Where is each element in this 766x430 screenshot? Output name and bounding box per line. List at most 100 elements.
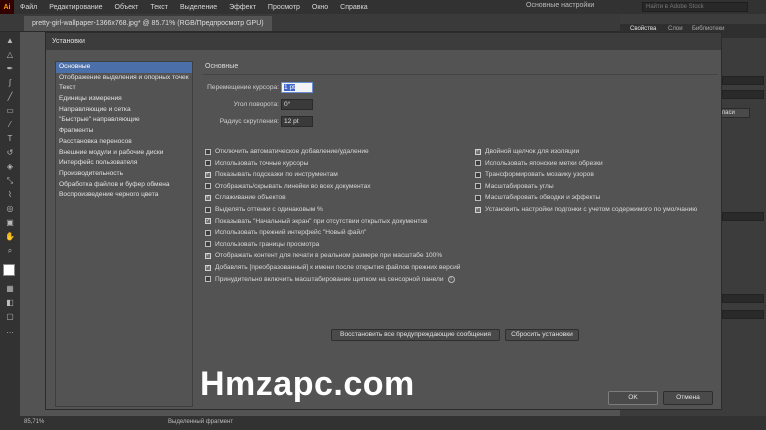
- category-item[interactable]: Воспроизведение черного цвета: [56, 190, 192, 201]
- document-tab[interactable]: pretty-girl-wallpaper-1366x768.jpg* @ 85…: [24, 16, 272, 31]
- option-row[interactable]: Масштабировать углы: [475, 183, 554, 190]
- pen-tool-icon[interactable]: ✒: [5, 64, 15, 74]
- option-row[interactable]: Отображать/скрывать линейки во всех доку…: [205, 183, 371, 190]
- panel-field[interactable]: [722, 310, 764, 319]
- option-label: Использовать границы просмотра: [215, 240, 320, 248]
- category-item[interactable]: Производительность: [56, 169, 192, 180]
- selection-tool-icon[interactable]: ▲: [5, 36, 15, 46]
- option-row[interactable]: ✓ Установить настройки подгонки с учетом …: [475, 206, 697, 213]
- eraser-tool-icon[interactable]: ◈: [5, 162, 15, 172]
- option-row[interactable]: Выделять оттенки с одинаковым %: [205, 206, 323, 213]
- line-tool-icon[interactable]: ╱: [5, 92, 15, 102]
- scale-tool-icon[interactable]: ⤡: [5, 176, 15, 186]
- menu-object[interactable]: Объект: [109, 4, 145, 11]
- rotate-tool-icon[interactable]: ↺: [5, 148, 15, 158]
- info-icon[interactable]: i: [447, 275, 455, 283]
- checkbox[interactable]: [475, 194, 481, 201]
- stock-search-input[interactable]: Найти в Adobe Stock: [642, 2, 748, 12]
- zoom-tool-icon[interactable]: ⌕: [5, 246, 15, 256]
- menu-view[interactable]: Просмотр: [262, 4, 306, 11]
- checkbox[interactable]: ✓: [205, 264, 211, 271]
- category-item[interactable]: Основные: [56, 62, 192, 73]
- checkbox[interactable]: [205, 148, 211, 155]
- color-mode-icon[interactable]: ▦: [5, 284, 15, 294]
- panel-field[interactable]: [722, 294, 764, 303]
- option-row[interactable]: Использовать границы просмотра: [205, 241, 319, 248]
- hand-tool-icon[interactable]: ✋: [5, 232, 15, 242]
- option-row[interactable]: Принудительно включить масштабирование щ…: [205, 275, 455, 283]
- category-item[interactable]: Отображение выделения и опорных точек: [56, 73, 192, 84]
- checkbox[interactable]: ✓: [475, 148, 481, 155]
- category-item[interactable]: Расстановка переносов: [56, 137, 192, 148]
- menu-select[interactable]: Выделение: [174, 4, 223, 11]
- option-row[interactable]: Использовать точные курсоры: [205, 160, 308, 167]
- menu-window[interactable]: Окно: [306, 4, 334, 11]
- workspace-switcher[interactable]: Основные настройки: [526, 2, 594, 9]
- curvature-tool-icon[interactable]: ∫: [5, 78, 15, 88]
- option-row[interactable]: Масштабировать обводки и эффекты: [475, 194, 600, 201]
- checkbox[interactable]: [205, 183, 211, 190]
- eyedropper-tool-icon[interactable]: ⌇: [5, 190, 15, 200]
- option-row[interactable]: ✓ Двойной щелчок для изоляции: [475, 148, 579, 155]
- option-row[interactable]: Отключить автоматическое добавление/удал…: [205, 148, 369, 155]
- ok-button[interactable]: OK: [608, 391, 658, 405]
- panel-field[interactable]: [722, 212, 764, 221]
- category-item[interactable]: Единицы измерения: [56, 94, 192, 105]
- option-row[interactable]: ✓ Добавлять [преобразованный] к имени пос…: [205, 264, 460, 271]
- corner-radius-label: Радиус скругления:: [219, 118, 279, 125]
- draw-mode-icon[interactable]: ◧: [5, 298, 15, 308]
- paintbrush-tool-icon[interactable]: ⁄: [5, 120, 15, 130]
- direct-selection-tool-icon[interactable]: △: [5, 50, 15, 60]
- panel-field[interactable]: [722, 90, 764, 99]
- category-item[interactable]: Внешние модули и рабочие диски: [56, 148, 192, 159]
- checkbox[interactable]: ✓: [205, 218, 211, 225]
- option-row[interactable]: Трансформировать мозаику узоров: [475, 171, 594, 178]
- corner-radius-input[interactable]: 12 pt: [281, 116, 313, 127]
- checkbox[interactable]: [205, 160, 211, 167]
- menu-type[interactable]: Текст: [144, 4, 174, 11]
- cursor-move-input[interactable]: 1 pt: [281, 82, 313, 93]
- checkbox[interactable]: ✓: [475, 206, 481, 213]
- checkbox[interactable]: [475, 171, 481, 178]
- category-item[interactable]: Интерфейс пользователя: [56, 158, 192, 169]
- screen-mode-icon[interactable]: ▢: [5, 312, 15, 322]
- checkbox[interactable]: [475, 160, 481, 167]
- checkbox[interactable]: ✓: [205, 252, 211, 259]
- option-row[interactable]: ✓ Отображать контент для печати в реально…: [205, 252, 442, 259]
- blend-tool-icon[interactable]: ◎: [5, 204, 15, 214]
- cancel-button[interactable]: Отмена: [663, 391, 713, 405]
- category-item[interactable]: Обработка файлов и буфер обмена: [56, 180, 192, 191]
- checkbox[interactable]: ✓: [205, 194, 211, 201]
- option-label: Показывать подсказки по инструментам: [215, 171, 338, 179]
- type-tool-icon[interactable]: T: [5, 134, 15, 144]
- option-row[interactable]: ✓ Показывать подсказки по инструментам: [205, 171, 338, 178]
- zoom-level[interactable]: 85,71%: [24, 419, 44, 425]
- menu-effect[interactable]: Эффект: [223, 4, 262, 11]
- category-item[interactable]: "Быстрые" направляющие: [56, 115, 192, 126]
- checkbox[interactable]: [205, 229, 211, 236]
- option-row[interactable]: ✓ Сглаживание объектов: [205, 194, 286, 201]
- checkbox[interactable]: [205, 241, 211, 248]
- checkbox[interactable]: [205, 206, 211, 213]
- checkbox[interactable]: [205, 276, 211, 283]
- checkbox[interactable]: ✓: [205, 171, 211, 178]
- restore-warnings-button[interactable]: Восстановить все предупреждающие сообщен…: [331, 329, 500, 341]
- menu-edit[interactable]: Редактирование: [43, 4, 108, 11]
- artboard-tool-icon[interactable]: ▣: [5, 218, 15, 228]
- option-row[interactable]: Использовать японские метки обрезки: [475, 160, 603, 167]
- rectangle-tool-icon[interactable]: ▭: [5, 106, 15, 116]
- menu-file[interactable]: Файл: [14, 4, 43, 11]
- fill-swatch-icon[interactable]: [3, 264, 15, 276]
- checkbox[interactable]: [475, 183, 481, 190]
- more-tools-icon[interactable]: …: [5, 326, 15, 336]
- option-label: Отображать/скрывать линейки во всех доку…: [215, 182, 371, 190]
- rotation-angle-input[interactable]: 0°: [281, 99, 313, 110]
- reset-preferences-button[interactable]: Сбросить установки: [505, 329, 579, 341]
- panel-field[interactable]: [722, 76, 764, 85]
- option-row[interactable]: ✓ Показывать "Начальный экран" при отсутс…: [205, 218, 428, 225]
- category-item[interactable]: Направляющие и сетка: [56, 105, 192, 116]
- category-item[interactable]: Текст: [56, 83, 192, 94]
- category-item[interactable]: Фрагменты: [56, 126, 192, 137]
- option-row[interactable]: Использовать прежний интерфейс "Новый фа…: [205, 229, 366, 236]
- menu-help[interactable]: Справка: [334, 4, 373, 11]
